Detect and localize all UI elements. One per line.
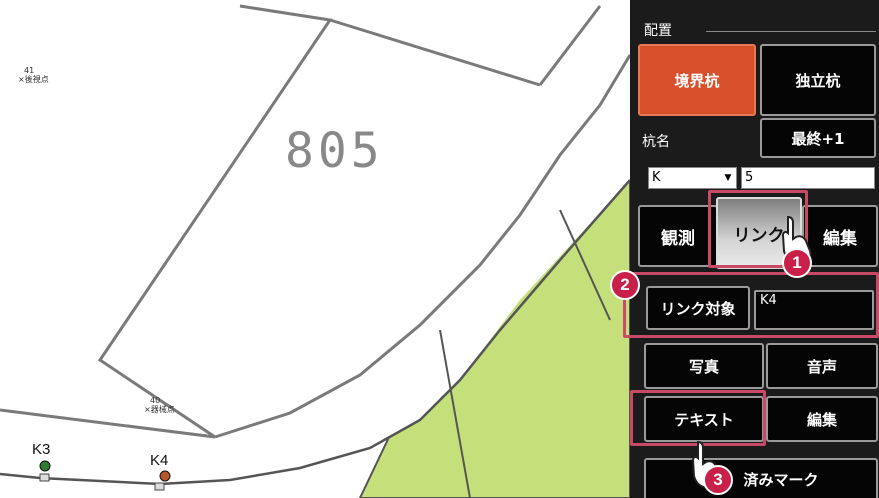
instrument-id: 40 — [150, 396, 161, 405]
placement-panel: 配置 境界杭 独立杭 杭名 最終+1 K ▼ 5 観測 リンク 編集 リンク対象… — [630, 0, 879, 498]
stake-prefix-select[interactable]: K ▼ — [648, 167, 737, 189]
parcel-top-edge — [329, 18, 541, 87]
point-k3-base — [39, 473, 50, 482]
edit-button[interactable]: 編集 — [766, 396, 878, 442]
callout-badge-1: 1 — [782, 248, 812, 278]
section-divider — [706, 31, 876, 32]
parcel-boundary — [97, 4, 333, 439]
stake-number-input[interactable]: 5 — [741, 167, 875, 189]
audio-button[interactable]: 音声 — [766, 343, 878, 389]
map-label-backsight: 41 ×後視点 — [18, 66, 49, 84]
independent-stake-button[interactable]: 独立杭 — [760, 44, 876, 116]
point-k3-label[interactable]: K3 — [32, 441, 50, 458]
parcel-right-edge — [538, 5, 602, 86]
tab-observe[interactable]: 観測 — [638, 205, 718, 267]
backsight-id: 41 — [24, 66, 35, 75]
stake-name-label: 杭名 — [642, 134, 670, 150]
cross-icon: × — [18, 75, 25, 84]
callout-badge-3: 3 — [703, 465, 733, 495]
point-k4-base — [154, 482, 165, 491]
map-drawing — [0, 4, 630, 498]
parcel-number: 805 — [285, 123, 384, 179]
point-k4-label[interactable]: K4 — [150, 452, 168, 469]
stake-number-value: 5 — [745, 170, 754, 185]
point-k3-marker — [39, 460, 51, 472]
callout-badge-2: 2 — [610, 270, 640, 300]
stake-prefix-value: K — [652, 170, 661, 185]
cross-icon: × — [144, 405, 151, 414]
link-target-field[interactable]: K4 — [754, 290, 874, 330]
point-k4-marker — [159, 470, 171, 482]
backsight-name: 後視点 — [24, 75, 49, 84]
photo-button[interactable]: 写真 — [644, 343, 764, 389]
dropdown-arrow-icon[interactable]: ▼ — [722, 168, 734, 188]
section-title: 配置 — [644, 23, 672, 39]
done-mark-button[interactable]: 済みマーク — [644, 458, 878, 498]
text-button[interactable]: テキスト — [644, 396, 764, 442]
instrument-name: 器械点 — [150, 405, 175, 414]
last-plus-one-button[interactable]: 最終+1 — [760, 118, 876, 158]
boundary-stake-button[interactable]: 境界杭 — [638, 44, 756, 116]
link-target-button[interactable]: リンク対象 — [646, 286, 750, 330]
map-canvas[interactable]: 805 41 ×後視点 40 ×器械点 K3 K4 — [0, 0, 630, 498]
map-label-instrument: 40 ×器械点 — [144, 396, 175, 414]
